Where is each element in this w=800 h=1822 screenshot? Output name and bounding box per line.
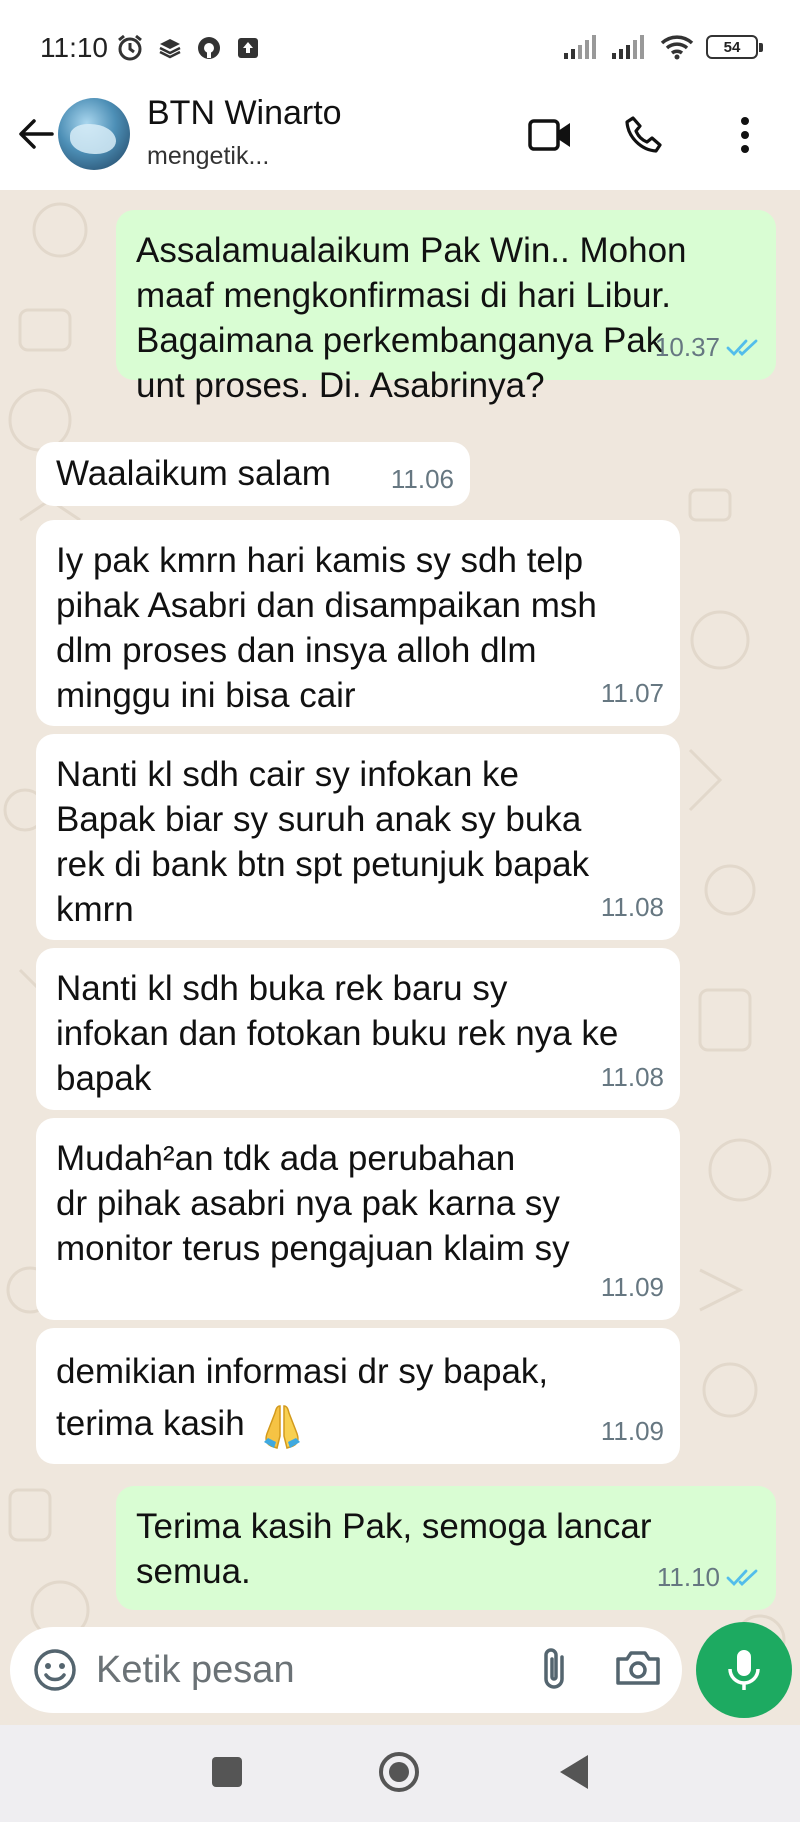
camera-icon [616, 1651, 660, 1685]
attach-button[interactable] [532, 1645, 580, 1695]
avatar[interactable] [58, 98, 130, 170]
message-incoming[interactable]: Nanti kl sdh buka rek baru sy infokan da… [36, 948, 680, 1110]
voice-call-button[interactable] [618, 110, 668, 160]
message-meta: 11.09 [601, 1265, 664, 1310]
video-call-button[interactable] [525, 110, 575, 160]
message-meta: 11.09 [601, 1409, 664, 1454]
message-outgoing[interactable]: Terima kasih Pak, semoga lancar semua. 1… [116, 1486, 776, 1610]
emoji-button[interactable] [32, 1647, 78, 1693]
system-navigation-bar [0, 1725, 800, 1822]
voice-message-button[interactable] [696, 1622, 792, 1718]
status-notification-icons [116, 34, 260, 62]
message-meta: 11.07 [601, 671, 664, 716]
paperclip-icon [544, 1648, 564, 1689]
status-system-icons: 54 [564, 34, 763, 60]
message-time: 11.09 [600, 1416, 664, 1446]
contact-name[interactable]: BTN Winarto [147, 94, 342, 133]
message-incoming[interactable]: demikian informasi dr sy bapak, terima k… [36, 1328, 680, 1464]
message-meta: 11.10 [657, 1555, 760, 1600]
message-incoming[interactable]: Nanti kl sdh cair sy infokan ke Bapak bi… [36, 734, 680, 940]
message-text: demikian informasi dr sy bapak, terima k… [56, 1346, 660, 1450]
alarm-icon [118, 34, 142, 61]
message-text: Assalamualaikum Pak Win.. Mohon maaf men… [136, 231, 687, 405]
recent-apps-icon[interactable] [212, 1757, 242, 1787]
wifi-icon [660, 35, 694, 60]
microphone-icon [728, 1650, 760, 1690]
arrow-left-icon [19, 119, 54, 149]
chat-header: BTN Winarto mengetik... [0, 92, 800, 190]
message-meta: 11.08 [601, 1055, 664, 1100]
message-input[interactable] [96, 1641, 496, 1699]
back-button[interactable] [14, 112, 58, 156]
signal-icon [564, 35, 596, 59]
message-time: 11.07 [600, 678, 664, 708]
home-icon[interactable] [378, 1751, 420, 1793]
message-time: 11.08 [600, 1062, 664, 1092]
message-incoming[interactable]: Mudah²an tdk ada perubahan dr pihak asab… [36, 1118, 680, 1320]
double-check-read-icon [726, 1569, 758, 1586]
signal-icon [612, 35, 644, 59]
message-text: Iy pak kmrn hari kamis sy sdh telp pihak… [56, 541, 597, 715]
more-options-button[interactable] [720, 110, 770, 160]
double-check-read-icon [726, 339, 758, 356]
message-incoming[interactable]: Iy pak kmrn hari kamis sy sdh telp pihak… [36, 520, 680, 726]
folded-hands-emoji-icon [264, 1404, 301, 1449]
status-time: 11:10 [40, 32, 108, 63]
phone-icon [625, 116, 662, 153]
back-triangle-icon[interactable] [556, 1753, 590, 1791]
app-circle-icon [198, 37, 220, 59]
layers-icon [159, 39, 181, 59]
status-bar: 11:10 54 [0, 0, 800, 92]
avatar-image [70, 124, 116, 154]
smiley-icon [34, 1649, 76, 1691]
battery-icon: 54 [706, 35, 763, 59]
message-text: Nanti kl sdh cair sy infokan ke Bapak bi… [56, 755, 590, 929]
message-meta: 11.06 [391, 457, 454, 502]
message-meta: 10.37 [655, 325, 760, 370]
message-incoming[interactable]: Waalaikum salam 11.06 [36, 442, 470, 506]
message-composer [10, 1627, 682, 1713]
message-time: 10.37 [654, 332, 720, 362]
chat-messages[interactable]: Assalamualaikum Pak Win.. Mohon maaf men… [0, 190, 800, 1725]
message-time: 11.10 [656, 1562, 720, 1592]
message-time: 11.09 [600, 1272, 664, 1302]
message-text: Nanti kl sdh buka rek baru sy infokan da… [56, 969, 619, 1098]
message-time: 11.08 [600, 892, 664, 922]
message-outgoing[interactable]: Assalamualaikum Pak Win.. Mohon maaf men… [116, 210, 776, 405]
more-vertical-icon [741, 117, 749, 153]
message-meta: 11.08 [601, 885, 664, 930]
upload-box-icon [238, 38, 258, 58]
message-text: Mudah²an tdk ada perubahan dr pihak asab… [56, 1139, 570, 1268]
video-camera-icon [528, 119, 570, 151]
camera-button[interactable] [614, 1645, 662, 1695]
message-time: 11.06 [390, 464, 454, 494]
contact-status: mengetik... [147, 142, 270, 170]
battery-level: 54 [723, 38, 741, 56]
